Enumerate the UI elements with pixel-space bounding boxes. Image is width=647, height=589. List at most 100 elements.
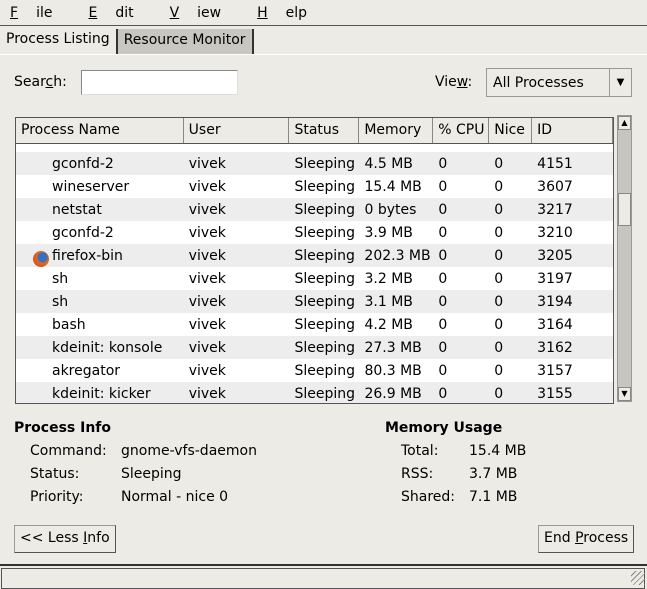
cell-text: vivek [188,247,226,264]
cell-cpu: 0 [433,363,489,379]
cell-text: Sleeping [294,293,356,310]
cell-text: 3.9 MB [364,224,413,241]
table-row[interactable]: sh vivek Sleeping 3.1 MB 0 0 3194 [16,290,613,313]
total-value: 15.4 MB [469,443,527,459]
total-label: Total: [401,443,439,459]
column-id[interactable]: ID [532,118,613,143]
cell-memory: 26.9 MB [359,386,433,402]
cell-name: kdeinit: kicker [16,386,184,402]
cell-user: vivek [184,363,290,379]
cell-text: 0 bytes [364,201,417,218]
scroll-up-icon[interactable]: ▲ [618,116,631,130]
cell-text: vivek [188,385,226,402]
menu-view[interactable]: View [170,5,240,21]
cell-name: akregator [16,363,184,379]
table-row[interactable]: bash vivek Sleeping 4.2 MB 0 0 3164 [16,313,613,336]
cell-text: vivek [188,316,226,333]
cell-status: Sleeping [289,202,359,218]
cell-nice: 0 [489,363,532,379]
table-row[interactable]: akregator vivek Sleeping 80.3 MB 0 0 3157 [16,359,613,382]
table-row[interactable]: netstat vivek Sleeping 0 bytes 0 0 3217 [16,198,613,221]
cell-id: 3197 [532,271,613,287]
menu-help[interactable]: Help [257,5,325,21]
cell-text: 202.3 MB [364,247,431,264]
cell-text: Sleeping [294,362,356,379]
vertical-scrollbar[interactable]: ▲ ▼ [617,115,632,402]
cell-text: 0 [438,201,448,218]
menu-edit[interactable]: Edit [88,5,151,21]
command-value: gnome-vfs-daemon [121,443,257,459]
cell-cpu: 0 [433,202,489,218]
cell-nice: 0 [489,156,532,172]
table-row[interactable]: firefox-bin vivek Sleeping 202.3 MB 0 0 3205 [16,244,613,267]
cell-id: 3607 [532,179,613,195]
cell-cpu: 0 [433,317,489,333]
cell-text: 3155 [537,385,573,402]
table-row[interactable]: kdeinit: konsole vivek Sleeping 27.3 MB 0 0 31… [16,336,613,359]
scroll-thumb[interactable] [618,193,631,226]
cell-text: 3197 [537,270,573,287]
cell-user: vivek [184,156,290,172]
column-user[interactable]: User [184,118,290,143]
cell-text: gconfd-2 [52,224,114,241]
table-row[interactable]: gconfd-2 vivek Sleeping 3.9 MB 0 0 3210 [16,221,613,244]
cell-text: 0 [438,224,448,241]
memory-usage-title: Memory Usage [385,420,503,436]
column-cpu[interactable]: % CPU [433,118,490,143]
cell-id: 4151 [532,156,613,172]
scroll-down-icon[interactable]: ▼ [618,387,631,401]
cell-status: Sleeping [289,294,359,310]
table-row[interactable]: kdeinit: kicker vivek Sleeping 26.9 MB 0 0 315… [16,382,613,403]
shared-label: Shared: [401,489,456,505]
cell-text: 0 [494,224,504,241]
cell-nice: 0 [489,340,532,356]
status-value: Sleeping [121,466,182,482]
cell-text: netstat [52,201,102,218]
process-table: Process Name User Status Memory % CPU Ni… [15,117,614,404]
cell-text: 0 [438,178,448,195]
cell-text: kdeinit: kicker [52,385,151,402]
cell-status: Sleeping [289,225,359,241]
dropdown-arrow-icon[interactable]: ▼ [609,69,631,96]
cell-text: 0 [438,385,448,402]
cell-name: firefox-bin [16,248,184,267]
column-memory[interactable]: Memory [359,118,434,143]
cell-text: 0 [494,178,504,195]
cell-status: Sleeping [289,317,359,333]
column-process-name[interactable]: Process Name [16,118,184,143]
cell-text: 0 [438,293,448,310]
cell-text: Sleeping [294,339,356,356]
cell-user: vivek [184,248,290,264]
table-row[interactable]: gconfd-2 vivek Sleeping 4.5 MB 0 0 4151 [16,152,613,175]
menu-file[interactable]: File [10,5,70,21]
cell-cpu: 0 [433,179,489,195]
priority-label: Priority: [30,489,84,505]
cell-status: Sleeping [289,363,359,379]
cell-id: 3164 [532,317,613,333]
cell-memory: 3.9 MB [359,225,433,241]
cell-name: sh [16,271,184,287]
cell-text: 80.3 MB [364,362,422,379]
cell-user: vivek [184,202,290,218]
less-info-button[interactable]: << Less Info [14,525,116,553]
table-row[interactable]: sh vivek Sleeping 3.2 MB 0 0 3197 [16,267,613,290]
end-process-button[interactable]: End Process [538,525,635,553]
cell-text: 3607 [537,178,573,195]
search-input[interactable] [81,70,238,95]
cell-status: Sleeping [289,271,359,287]
tab-resource-monitor[interactable]: Resource Monitor [115,29,254,54]
column-nice[interactable]: Nice [489,118,533,143]
resize-grip-icon[interactable] [631,571,645,585]
cell-user: vivek [184,225,290,241]
view-select[interactable]: All Processes ▼ [486,68,632,97]
cell-name: gconfd-2 [16,225,184,241]
column-status[interactable]: Status [289,118,360,143]
cell-text: vivek [188,155,226,172]
cell-user: vivek [184,294,290,310]
cell-status: Sleeping [289,340,359,356]
table-body: gconfd-2 vivek Sleeping 4.5 MB 0 0 4151 wineser… [16,152,613,403]
cell-cpu: 0 [433,386,489,402]
cell-text: sh [52,293,69,310]
table-row[interactable]: wineserver vivek Sleeping 15.4 MB 0 0 3607 [16,175,613,198]
tab-process-listing[interactable]: Process Listing [0,27,116,55]
